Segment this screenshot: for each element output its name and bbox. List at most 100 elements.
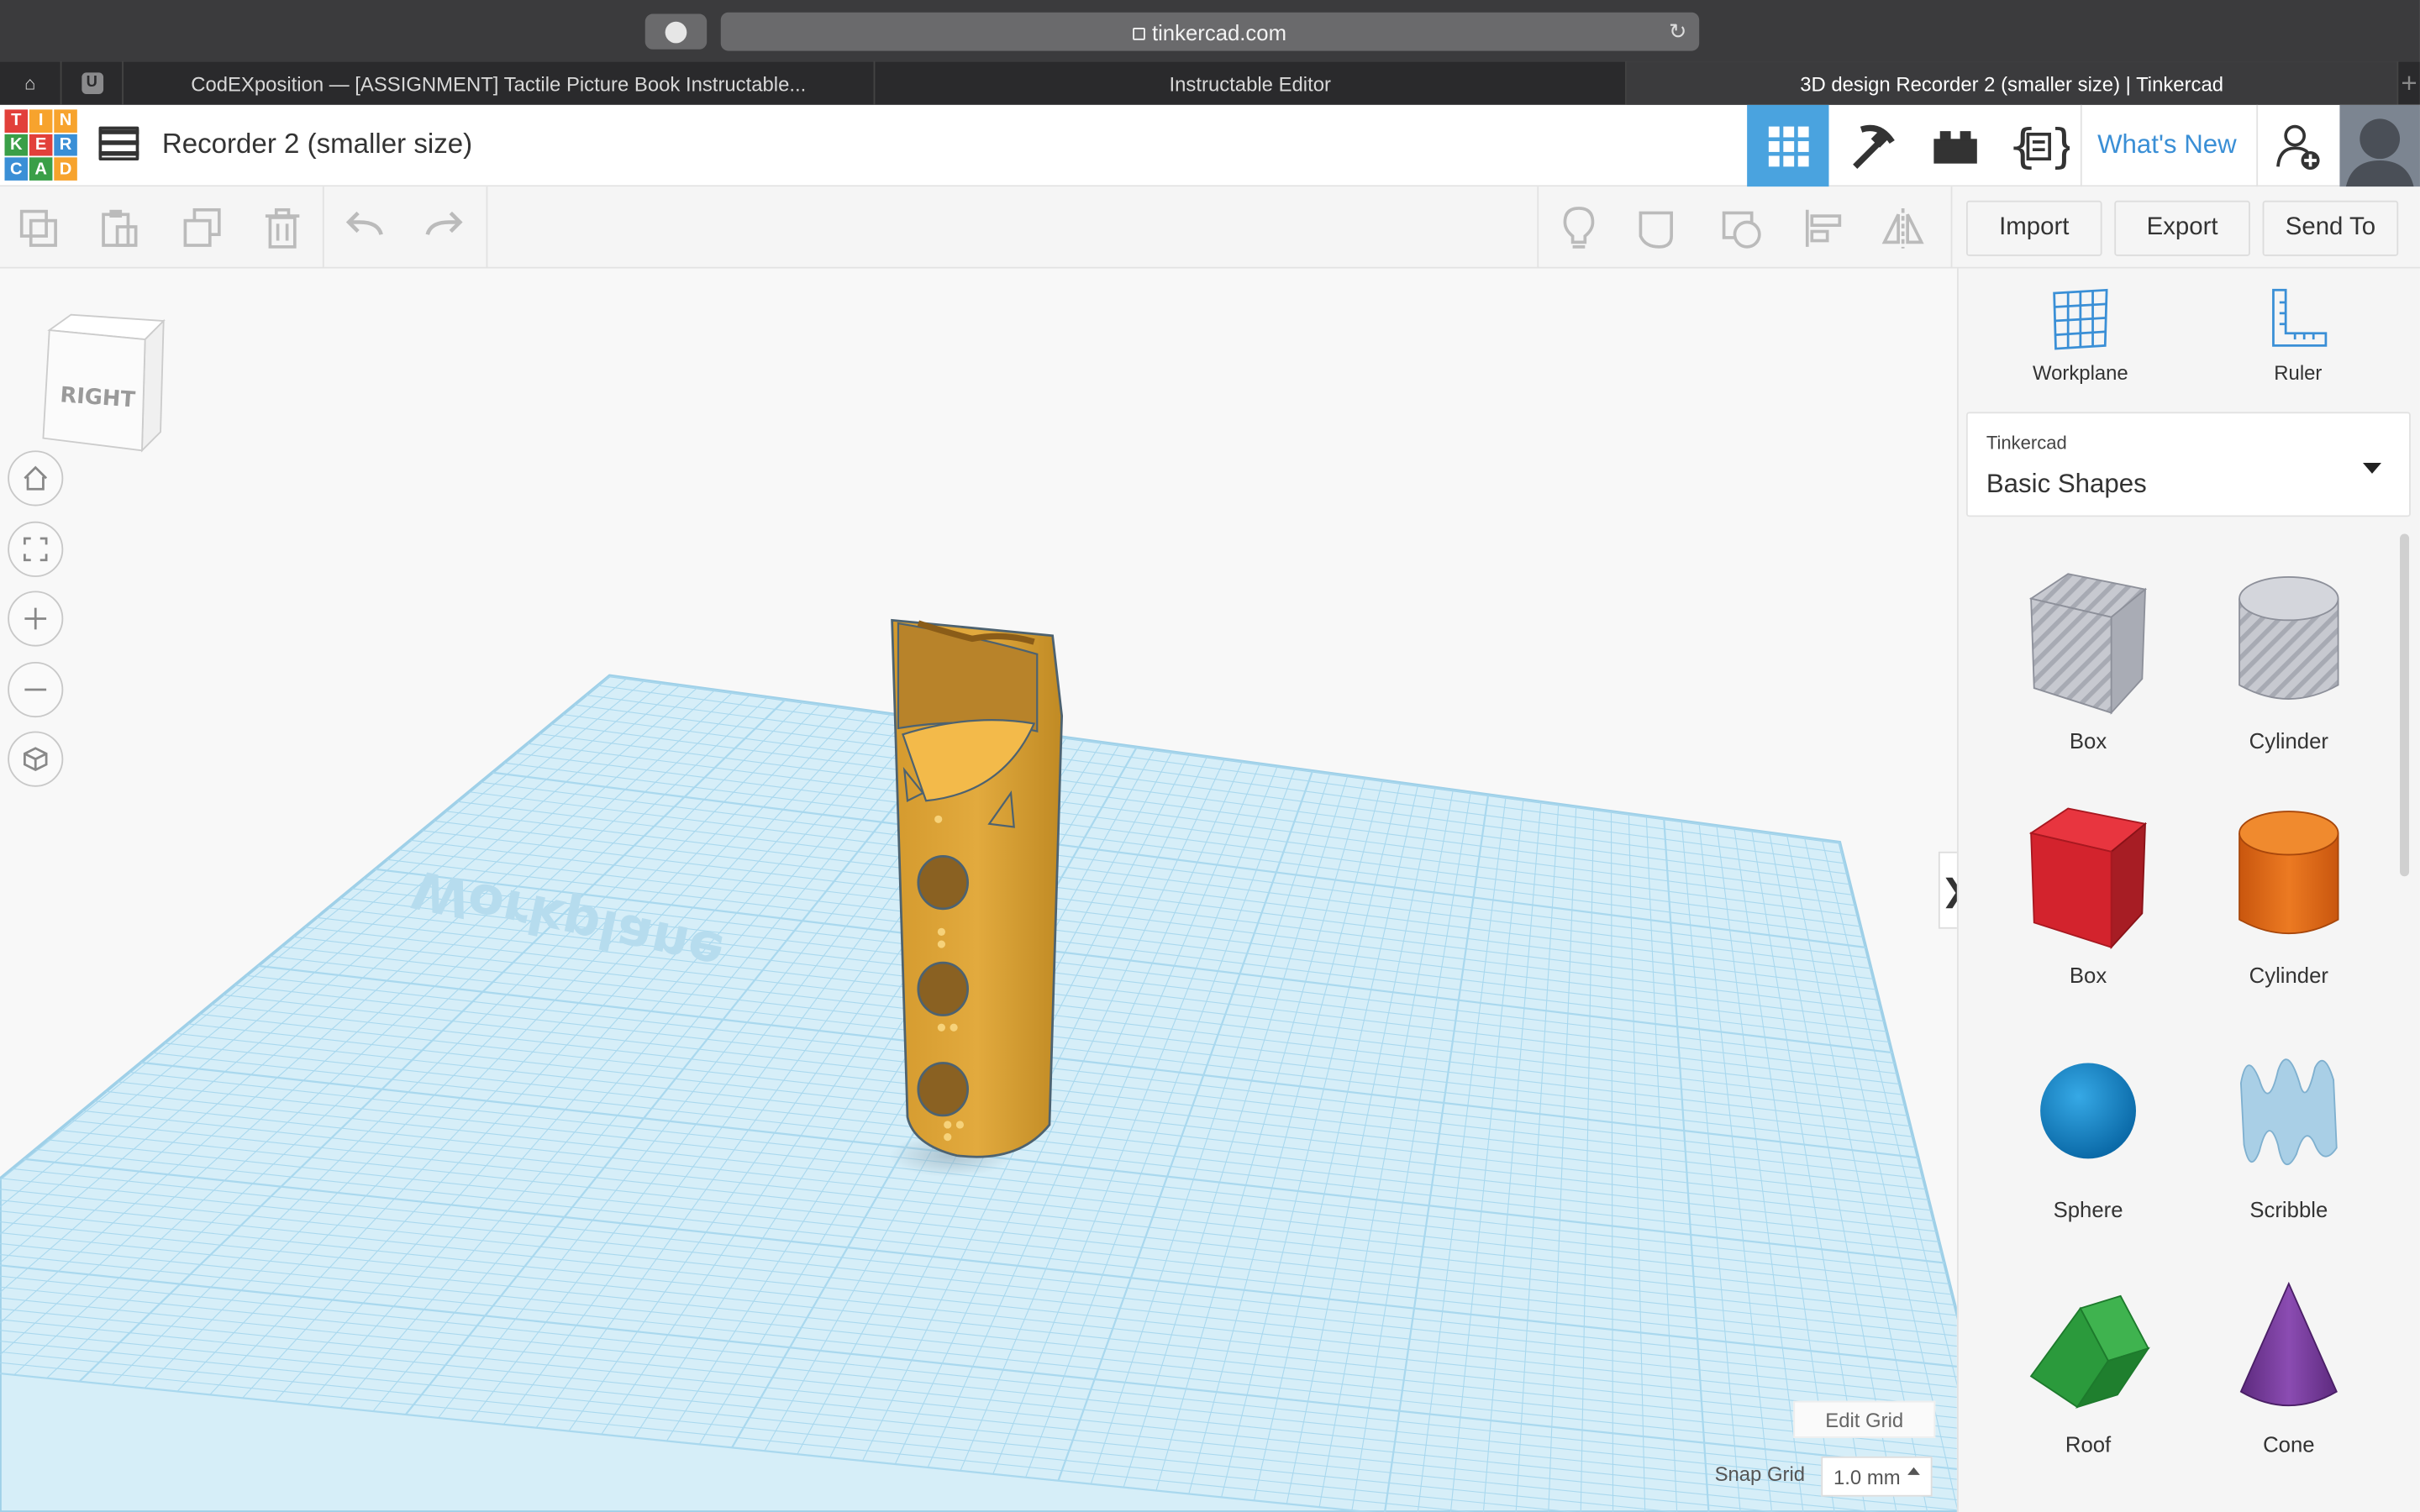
home-icon: [24, 465, 48, 491]
pinned-tab-label: U: [81, 72, 103, 95]
avatar[interactable]: [2339, 104, 2420, 187]
align-icon[interactable]: [1801, 205, 1847, 251]
logo-letter: A: [29, 157, 53, 181]
3d-view-button[interactable]: [1747, 104, 1829, 187]
edit-toolbar: Import Export Send To: [0, 186, 2420, 269]
code-braces-icon: {}: [2007, 119, 2069, 171]
shape-cylinder-orange[interactable]: Cylinder: [2188, 802, 2389, 987]
whats-new-link[interactable]: What's New: [2097, 129, 2237, 160]
group-icon[interactable]: [1636, 205, 1682, 251]
red-box-icon: [2028, 807, 2148, 950]
trash-icon[interactable]: [260, 205, 306, 251]
shapes-panel: Workplane Ruler Tinkercad Basic Shapes B…: [1956, 268, 2420, 1512]
send-to-button[interactable]: Send To: [2262, 200, 2399, 256]
plus-icon: [24, 607, 47, 630]
design-title[interactable]: Recorder 2 (smaller size): [162, 128, 472, 160]
logo-letter: D: [54, 157, 77, 181]
sphere-icon: [2040, 1063, 2136, 1159]
export-button[interactable]: Export: [2114, 200, 2250, 256]
shape-label: Cone: [2263, 1431, 2315, 1457]
shape-label: Scribble: [2249, 1197, 2328, 1222]
avatar-silhouette-icon: [2345, 118, 2414, 187]
caret-up-icon: [1907, 1467, 1920, 1475]
perspective-button[interactable]: [8, 731, 64, 787]
ungroup-icon[interactable]: [1719, 205, 1765, 251]
shape-box-red[interactable]: Box: [1988, 802, 2189, 987]
minus-icon: [24, 688, 47, 691]
snap-grid-value: 1.0 mm: [1833, 1464, 1901, 1488]
logo-letter: T: [4, 109, 29, 133]
workplane-icon: [2053, 288, 2108, 350]
copy-icon[interactable]: [15, 205, 61, 251]
orange-cylinder-icon: [2238, 811, 2339, 935]
brick-icon: [1933, 130, 1976, 163]
3d-viewport[interactable]: Workplane RIGHT Edit Grid Snap Grid 1.0 …: [0, 268, 1957, 1512]
redo-icon[interactable]: [420, 205, 466, 251]
snap-grid-select[interactable]: 1.0 mm: [1821, 1456, 1933, 1497]
edit-grid-button[interactable]: Edit Grid: [1793, 1400, 1936, 1438]
shape-library-dropdown[interactable]: Tinkercad Basic Shapes: [1965, 412, 2411, 517]
lightbulb-icon[interactable]: [1555, 205, 1602, 251]
paste-icon[interactable]: [96, 205, 142, 251]
tinkercad-logo[interactable]: TIN KER CAD: [4, 109, 77, 181]
import-button[interactable]: Import: [1965, 200, 2102, 256]
pickaxe-icon: [1852, 123, 1894, 169]
panel-collapse-button[interactable]: ❯: [1938, 851, 1957, 929]
shape-scribble[interactable]: Scribble: [2188, 1037, 2389, 1222]
app-header: TIN KER CAD Recorder 2 (smaller size) {} W…: [0, 104, 2420, 187]
browser-tab[interactable]: Instructable Editor: [875, 61, 1627, 105]
browser-tab-active[interactable]: 3D design Recorder 2 (smaller size) | Ti…: [1626, 61, 2399, 105]
workplane-tool-label: Workplane: [2033, 360, 2128, 385]
shape-box-striped[interactable]: Box: [1988, 568, 2189, 753]
dropdown-caret-icon: [2362, 463, 2382, 474]
address-bar[interactable]: tinkercad.com ↻: [720, 12, 1700, 51]
bricks-view-button[interactable]: [1914, 105, 1996, 186]
logo-letter: N: [54, 109, 77, 133]
shape-label: Box: [2069, 963, 2107, 988]
dashboard-list-icon[interactable]: [98, 126, 139, 161]
ruler-icon: [2272, 288, 2328, 347]
fit-view-button[interactable]: [8, 521, 64, 577]
svg-text:}: }: [2049, 119, 2069, 171]
ruler-tool[interactable]: Ruler: [2213, 287, 2383, 384]
zoom-out-button[interactable]: [8, 661, 64, 718]
view-cube-label: RIGHT: [59, 382, 136, 412]
workplane-tool[interactable]: Workplane: [1996, 287, 2165, 385]
shape-sphere[interactable]: Sphere: [1988, 1037, 2189, 1222]
logo-letter: E: [29, 134, 53, 157]
striped-box-icon: [2028, 573, 2148, 715]
undo-icon[interactable]: [343, 205, 389, 251]
recorder-object[interactable]: [888, 618, 1064, 1178]
shield-icon: [665, 20, 687, 43]
shape-cylinder-striped[interactable]: Cylinder: [2188, 568, 2389, 753]
logo-letter: C: [4, 157, 29, 181]
shape-roof[interactable]: Roof: [1988, 1271, 2189, 1457]
mirror-icon[interactable]: [1880, 205, 1926, 251]
zoom-in-button[interactable]: [8, 591, 64, 647]
reload-icon[interactable]: ↻: [1669, 18, 1687, 45]
shape-label: Roof: [2065, 1431, 2112, 1457]
panel-scrollbar[interactable]: [2400, 533, 2410, 877]
browser-tab[interactable]: CodEXposition — [ASSIGNMENT] Tactile Pic…: [124, 61, 876, 105]
library-name: Basic Shapes: [1986, 469, 2147, 499]
logo-letter: R: [54, 134, 77, 157]
new-tab-button[interactable]: +: [2398, 61, 2420, 104]
add-user-icon[interactable]: [2275, 123, 2321, 171]
shape-label: Cylinder: [2249, 963, 2328, 988]
roof-icon: [2029, 1294, 2150, 1409]
home-tab-icon[interactable]: ⌂: [0, 61, 62, 105]
shape-cone[interactable]: Cone: [2188, 1271, 2389, 1457]
privacy-shield-button[interactable]: [644, 13, 708, 50]
view-cube[interactable]: RIGHT: [34, 302, 172, 457]
blocks-view-button[interactable]: [1830, 105, 1912, 186]
browser-tab-bar: ⌂ U CodEXposition — [ASSIGNMENT] Tactile…: [0, 61, 2420, 105]
cone-icon: [2239, 1281, 2338, 1407]
pinned-tab[interactable]: U: [61, 61, 124, 105]
fit-icon: [24, 537, 48, 562]
home-view-button[interactable]: [8, 450, 64, 507]
logo-letter: I: [29, 109, 53, 133]
codeblocks-view-button[interactable]: {}: [1997, 105, 2079, 186]
shape-label: Box: [2069, 727, 2107, 753]
workplane-grid[interactable]: Workplane: [0, 269, 1957, 1512]
duplicate-icon[interactable]: [179, 205, 225, 251]
